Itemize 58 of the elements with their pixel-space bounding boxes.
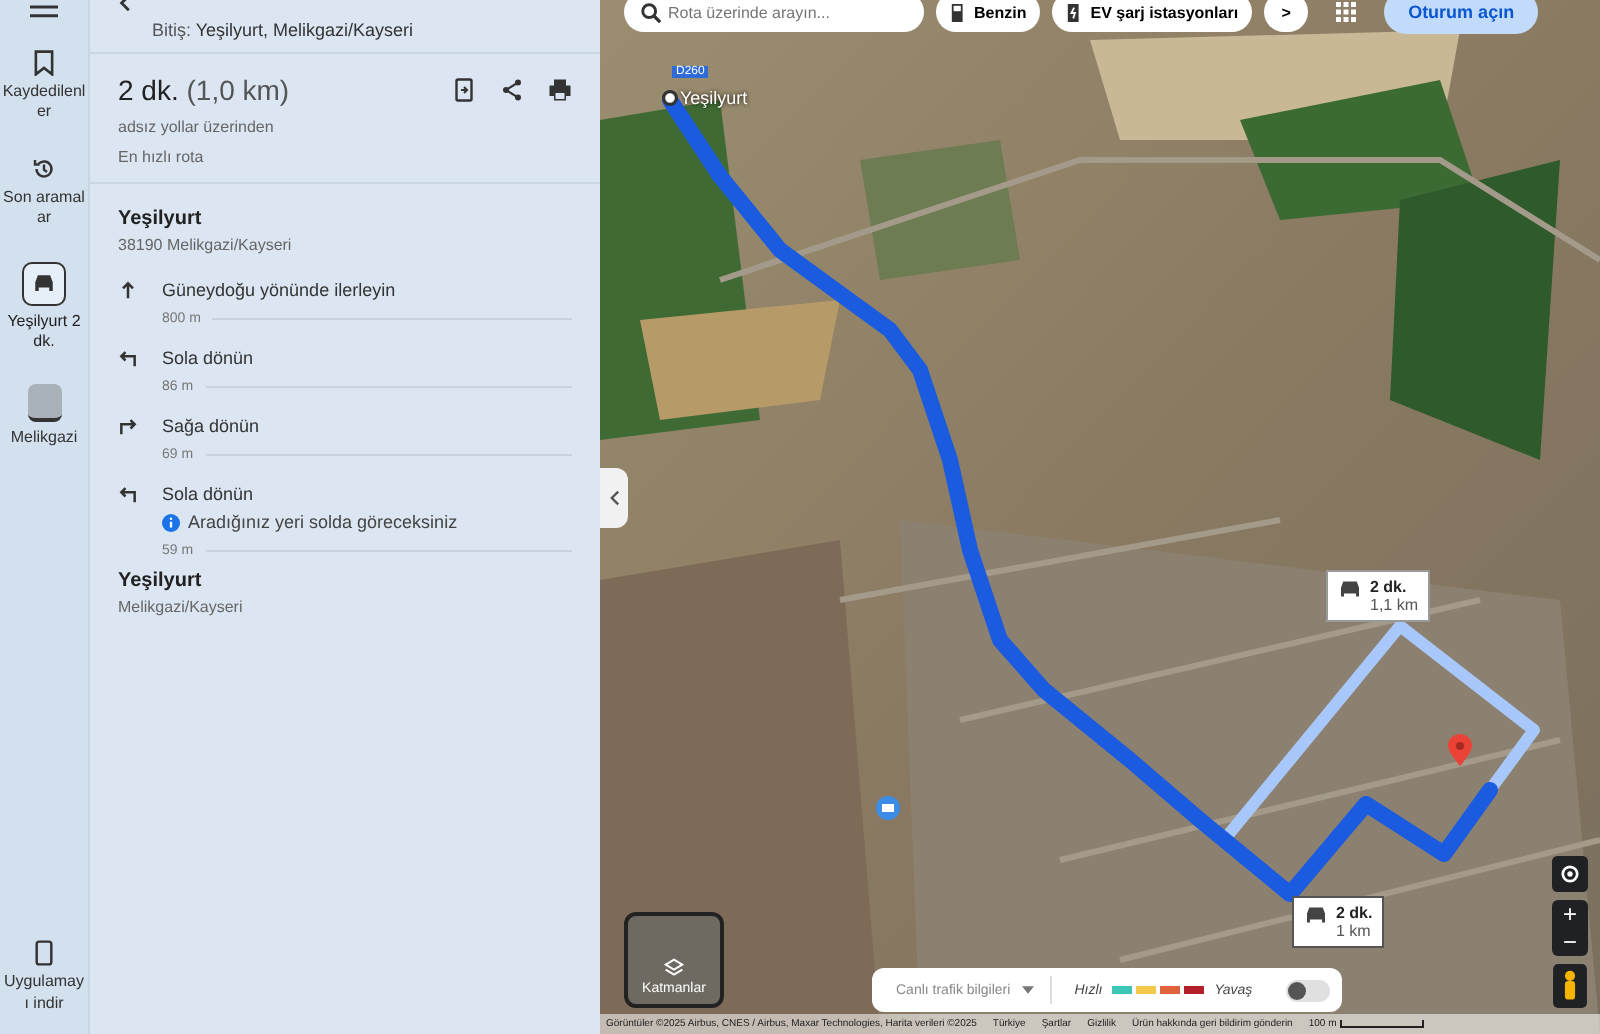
phone-icon[interactable] (32, 940, 56, 967)
destination-pin-icon (1448, 734, 1472, 766)
layers-icon (664, 958, 684, 978)
print-icon[interactable] (548, 78, 572, 102)
rail-label[interactable]: Yeşilyurt 2 dk. (2, 311, 86, 353)
chevron-left-icon (609, 490, 619, 506)
menu-icon[interactable] (30, 0, 58, 18)
start-name: Yeşilyurt (118, 208, 204, 230)
send-to-phone-icon[interactable] (452, 78, 476, 102)
step-instruction[interactable]: Sola dönün (162, 474, 458, 504)
rail-label[interactable]: Melikgazi (10, 428, 78, 450)
car-button[interactable] (22, 261, 66, 306)
ev-charger-icon (1066, 1, 1085, 23)
step-instruction[interactable]: Sola dönün (162, 338, 254, 368)
place-label: Yeşilyurt (680, 88, 748, 108)
traffic-toggle[interactable] (1286, 979, 1331, 1001)
sign-in-button[interactable]: Oturum açın (1384, 0, 1539, 34)
place-marker-icon (876, 796, 900, 820)
bookmark-icon[interactable] (32, 50, 56, 76)
step-instruction[interactable]: Güneydoğu yönünde ilerleyin (162, 270, 396, 300)
filter-chip[interactable]: Benzin (936, 0, 1041, 32)
rail-label[interactable]: Uygulamayı indir (2, 972, 86, 1014)
search-icon (640, 2, 662, 24)
route-via: adsız yollar üzerinden (118, 118, 276, 136)
car-icon (1304, 904, 1328, 926)
caret-icon (1022, 986, 1035, 994)
fuel-pump-icon (950, 1, 968, 23)
car-icon (1338, 578, 1362, 600)
apps-grid-icon[interactable] (1336, 2, 1357, 22)
step-instruction[interactable]: Sağa dönün (162, 406, 260, 436)
search-field[interactable]: Rota üzerinde arayın... (624, 0, 924, 32)
step-info: Aradığınız yeri solda göreceksiniz (188, 512, 458, 532)
route-callout[interactable]: 2 dk. 1,1 km (1326, 570, 1431, 623)
zoom-in-button[interactable]: + (1562, 900, 1577, 928)
my-location-icon[interactable] (1552, 856, 1588, 892)
collapse-panel-button[interactable] (600, 468, 628, 528)
route-note: En hızlı rota (118, 148, 206, 166)
pegman-icon[interactable] (1552, 964, 1588, 1008)
end-address: Melikgazi/Kayseri (118, 598, 245, 616)
turn-left-icon (118, 348, 138, 368)
filter-chip[interactable]: EV şarj istasyonları (1052, 0, 1253, 32)
rail-label[interactable]: Kaydedilenler (2, 82, 86, 124)
turn-right-icon (118, 416, 138, 436)
end-name: Yeşilyurt (118, 570, 204, 592)
route-callout[interactable]: 2 dk. 1 km (1292, 896, 1385, 949)
destination-text: Bitiş: Yeşilyurt, Melikgazi/Kayseri (152, 20, 414, 44)
zoom-control[interactable]: + − (1552, 900, 1588, 956)
rail-label[interactable]: Son aramalar (2, 187, 86, 230)
start-point-icon (662, 90, 678, 106)
route-duration: 2 dk. (1,0 km) (118, 74, 290, 106)
info-icon (162, 513, 180, 531)
turn-left-icon (118, 484, 138, 504)
share-icon[interactable] (500, 78, 524, 102)
history-icon[interactable] (32, 155, 56, 182)
up-arrow-icon (118, 280, 138, 300)
zoom-out-button[interactable]: − (1562, 928, 1577, 956)
place-thumbnail[interactable] (27, 384, 61, 423)
start-address: 38190 Melikgazi/Kayseri (118, 236, 294, 254)
